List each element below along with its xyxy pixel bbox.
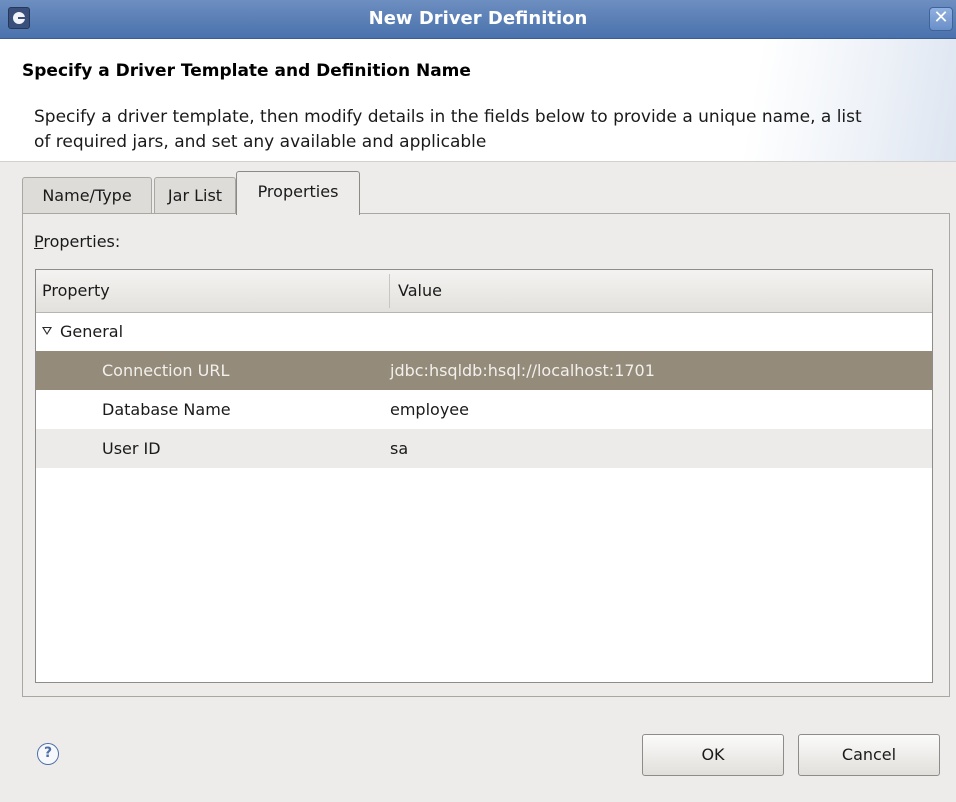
help-icon[interactable]: ?: [37, 743, 59, 765]
table-header: Property Value: [36, 270, 932, 313]
close-button[interactable]: ✕: [929, 7, 953, 31]
table-row[interactable]: Connection URL jdbc:hsqldb:hsql://localh…: [36, 351, 932, 390]
new-driver-definition-dialog: New Driver Definition ✕ Specify a Driver…: [0, 0, 956, 802]
tab-bar: Name/Type Jar List Properties: [22, 171, 932, 215]
cancel-button[interactable]: Cancel: [798, 734, 940, 776]
ok-button[interactable]: OK: [642, 734, 784, 776]
tab-name-type[interactable]: Name/Type: [22, 177, 152, 213]
property-value[interactable]: sa: [390, 429, 408, 468]
properties-label-text: roperties:: [43, 232, 121, 251]
group-row-general[interactable]: General: [36, 312, 932, 351]
property-name: User ID: [102, 439, 161, 458]
table-row[interactable]: User ID sa: [36, 429, 932, 468]
property-value[interactable]: employee: [390, 390, 469, 429]
property-value[interactable]: jdbc:hsqldb:hsql://localhost:1701: [390, 351, 655, 390]
column-separator[interactable]: [389, 274, 390, 308]
properties-label: Properties:: [34, 232, 120, 251]
tab-properties[interactable]: Properties: [236, 171, 360, 215]
column-header-value[interactable]: Value: [398, 270, 442, 312]
property-name: Database Name: [102, 400, 231, 419]
header-description: Specify a driver template, then modify d…: [34, 107, 862, 152]
title-bar: New Driver Definition ✕: [0, 0, 956, 39]
column-header-property[interactable]: Property: [42, 270, 110, 312]
properties-table[interactable]: Property Value General Connection URL jd…: [35, 269, 933, 683]
dialog-header: Specify a Driver Template and Definition…: [0, 39, 956, 162]
collapse-triangle-icon[interactable]: [42, 327, 52, 335]
window-title: New Driver Definition: [368, 8, 588, 29]
table-row[interactable]: Database Name employee: [36, 390, 932, 429]
header-title: Specify a Driver Template and Definition…: [22, 61, 471, 81]
group-label: General: [60, 322, 124, 341]
tab-jar-list[interactable]: Jar List: [154, 177, 236, 213]
property-name: Connection URL: [102, 361, 230, 380]
properties-label-mnemonic: P: [34, 232, 44, 251]
